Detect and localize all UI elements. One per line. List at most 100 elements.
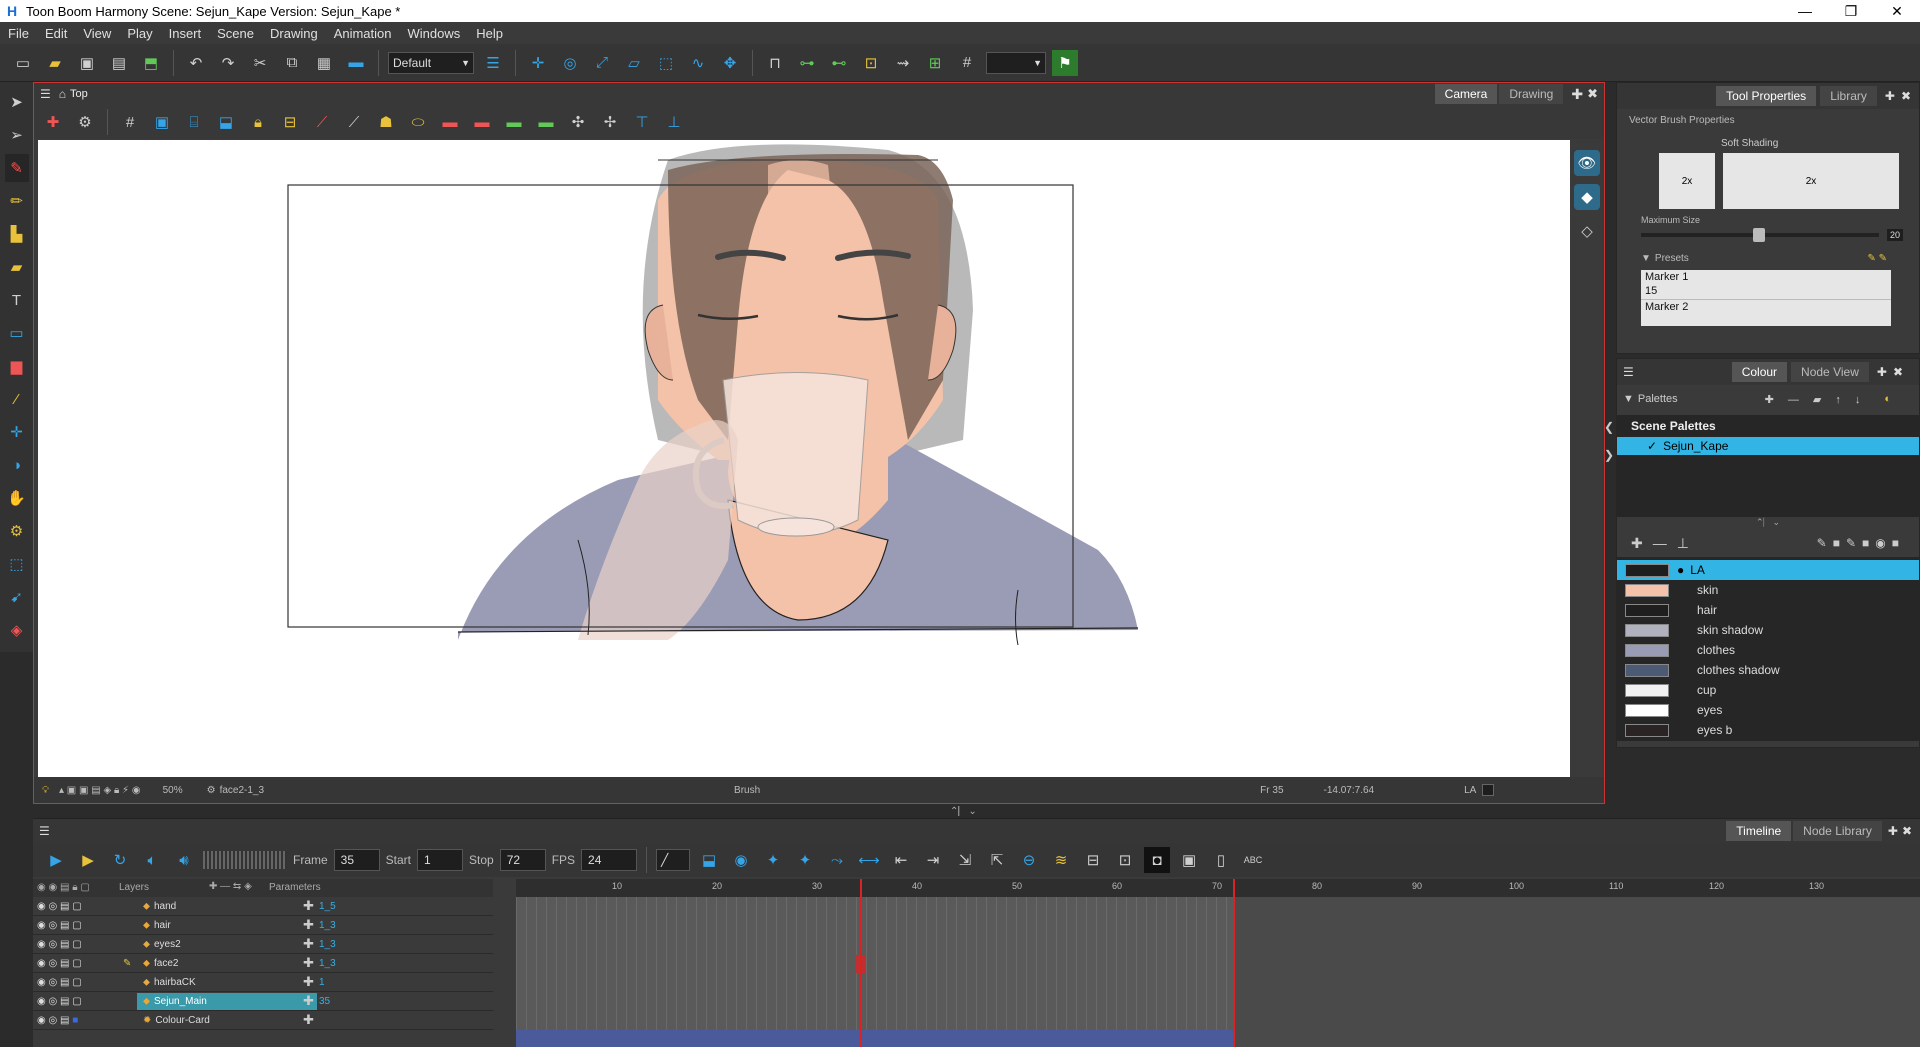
preset-item[interactable]: Marker 2 — [1641, 300, 1891, 326]
menu-play[interactable]: Play — [119, 26, 160, 41]
peg-icon[interactable]: ⊶ — [794, 50, 820, 76]
start-field[interactable]: 1 — [417, 849, 464, 871]
hand-tool-icon[interactable]: ✋ — [5, 484, 29, 512]
fps-field[interactable]: 24 — [581, 849, 638, 871]
go-to-frame-icon[interactable]: ⚑ — [1052, 49, 1078, 76]
max-size-value[interactable]: 20 — [1887, 229, 1904, 241]
home-icon[interactable]: ⌂ — [59, 87, 66, 101]
palette-browser-icon[interactable]: ◐ — [1884, 393, 1891, 405]
layers-icon[interactable]: ◆ — [1574, 184, 1600, 210]
link-colour-icon[interactable]: ⊥ — [1677, 535, 1689, 552]
menu-drawing[interactable]: Drawing — [262, 26, 326, 41]
onion-skin-previous-icon[interactable]: ▬ — [437, 109, 463, 135]
layer-add-icon[interactable]: ✚ — [303, 936, 314, 952]
transform-icon[interactable]: ⬚ — [653, 50, 679, 76]
import-images-icon[interactable]: ⬓ — [213, 109, 239, 135]
swatch-row-eyes[interactable]: eyes — [1617, 700, 1919, 720]
inverse-kinematics-icon[interactable]: ➹ — [5, 583, 29, 611]
layer-visibility-icon[interactable]: ◉ ◎ ▤ ▢ — [37, 901, 82, 912]
swatch-row-la[interactable]: ● LA — [1617, 560, 1919, 580]
rotate-icon[interactable]: ◎ — [557, 50, 583, 76]
fill-empty-icon[interactable]: ⊡ — [1112, 847, 1138, 873]
preset-item[interactable]: Marker 1 15 — [1641, 270, 1891, 300]
layer-visibility-icon[interactable]: ◉ ◎ ▤ ▢ — [37, 996, 82, 1007]
sound-icon[interactable]: 🔈︎ — [139, 847, 165, 873]
tab-node-view[interactable]: Node View — [1791, 362, 1869, 382]
swatch-row-cup[interactable]: cup — [1617, 680, 1919, 700]
bounding-box-icon[interactable]: ⊡ — [858, 50, 884, 76]
onion-skin-all-icon[interactable]: ▬ — [533, 109, 559, 135]
slider-thumb[interactable] — [1753, 228, 1765, 242]
onion-skin-icon[interactable]: ⊖ — [1016, 847, 1042, 873]
import-icon[interactable]: ⬒ — [138, 50, 164, 76]
layer-row[interactable]: ◉ ◎ ▤ ▢ ⬥ hair ✚ 1_3 — [33, 916, 493, 935]
layer-add-icon[interactable]: ✚ — [303, 1012, 314, 1028]
tab-drawing[interactable]: Drawing — [1499, 84, 1564, 104]
save-as-icon[interactable]: ▤ — [106, 50, 132, 76]
layer-add-icon[interactable]: ✚ — [303, 955, 314, 971]
rectangle-tool-icon[interactable]: ▭ — [5, 319, 29, 347]
colour-card-exposure[interactable] — [516, 1030, 1234, 1047]
cutter-tool-icon[interactable]: ⬚ — [5, 550, 29, 578]
paint-bucket-icon[interactable]: ▆ — [5, 352, 29, 380]
cut-icon[interactable]: ✂ — [247, 50, 273, 76]
insert-keyframe-icon[interactable]: ⇲ — [952, 847, 978, 873]
play-selection-icon[interactable]: ▶ — [75, 847, 101, 873]
view-menu-icon[interactable]: ☰ — [40, 87, 51, 101]
spline-icon[interactable]: ∿ — [685, 50, 711, 76]
layer-parameter[interactable]: 1 — [319, 977, 325, 988]
preset-tools-icon[interactable]: ✎ ✎ — [1867, 253, 1887, 264]
layer-name[interactable]: ⬥ hand — [137, 898, 317, 915]
deform-icon[interactable]: ✢ — [597, 109, 623, 135]
scale-icon[interactable]: ⤢ — [589, 50, 615, 76]
collapse-right-icon[interactable]: ❯ — [1604, 448, 1614, 462]
zoom-level[interactable]: 50% — [163, 785, 183, 796]
tab-node-library[interactable]: Node Library — [1793, 821, 1882, 841]
palettes-expand-icon[interactable]: ▼ — [1623, 393, 1634, 405]
dropper-tool-icon[interactable]: ⁄ — [5, 385, 29, 413]
collapse-left-icon[interactable]: ❮ — [1604, 420, 1614, 434]
tool-preset-dropdown[interactable]: ▼ — [986, 51, 1046, 74]
layer-name[interactable]: ⬥ eyes2 — [137, 936, 317, 953]
transform-tool-icon[interactable]: ✛ — [5, 418, 29, 446]
reposition-drawings-icon[interactable]: ◈ — [5, 616, 29, 644]
flip-icon[interactable]: ▬ — [343, 50, 369, 76]
ease-dropdown[interactable]: ╱ — [656, 849, 691, 871]
layer-visibility-icon[interactable]: ◉ ◎ ▤ ▢ — [37, 939, 82, 950]
enable-thumbnails-icon[interactable]: ▣ — [1176, 847, 1202, 873]
onion-skin-icon[interactable]: ▬ — [469, 109, 495, 135]
keyframe-icon[interactable]: ✦ — [760, 847, 786, 873]
layer-add-icon[interactable]: ✚ — [303, 917, 314, 933]
panel-menu-icon[interactable]: ☰ — [1623, 365, 1634, 379]
expand-icon[interactable]: ◇ — [1574, 218, 1600, 244]
add-colour-icon[interactable]: ✚ — [1631, 535, 1643, 552]
add-view-icon[interactable]: ✚ — [1877, 365, 1887, 379]
workspace-manager-icon[interactable]: ☰ — [480, 50, 506, 76]
paint-tool-icon[interactable]: ▙ — [5, 220, 29, 248]
grid-snap-icon[interactable]: # — [954, 50, 980, 76]
layer-name[interactable]: ⬥ Sejun_Main — [137, 992, 317, 1010]
layer-parameter[interactable]: 1_5 — [319, 901, 336, 912]
pencil-tool-icon[interactable]: ✏ — [5, 187, 29, 215]
interpolation-icon[interactable]: ⟷ — [856, 847, 882, 873]
menu-edit[interactable]: Edit — [37, 26, 75, 41]
playback-speed-slider[interactable] — [203, 851, 287, 869]
text-tool-icon[interactable]: T — [5, 286, 29, 314]
minimize-button[interactable]: — — [1782, 3, 1828, 20]
morph-tool-icon[interactable]: ◑ — [5, 451, 29, 479]
onion-skin-next-icon[interactable]: ▬ — [501, 109, 527, 135]
layer-visibility-icon[interactable]: ◉ ◎ ▤ ▢ — [37, 920, 82, 931]
menu-animation[interactable]: Animation — [326, 26, 400, 41]
extend-exposure-icon[interactable]: ⊟ — [1080, 847, 1106, 873]
tab-library[interactable]: Library — [1820, 86, 1877, 106]
paste-icon[interactable]: ▦ — [311, 50, 337, 76]
presets-expand-icon[interactable]: ▼ — [1641, 253, 1651, 264]
motion-keyframe-icon[interactable]: ⤳ — [824, 847, 850, 873]
swatch-row-clothes-shadow[interactable]: clothes shadow — [1617, 660, 1919, 680]
sound-scrubbing-icon[interactable]: 🔊︎ — [171, 847, 197, 873]
skew-icon[interactable]: ▱ — [621, 50, 647, 76]
workspace-dropdown[interactable]: Default ▼ — [388, 51, 474, 74]
playhead[interactable] — [860, 879, 862, 1047]
swatch-row-clothes[interactable]: clothes — [1617, 640, 1919, 660]
layer-visibility-icon[interactable]: ◉ ◎ ▤ ■ — [37, 1015, 78, 1026]
